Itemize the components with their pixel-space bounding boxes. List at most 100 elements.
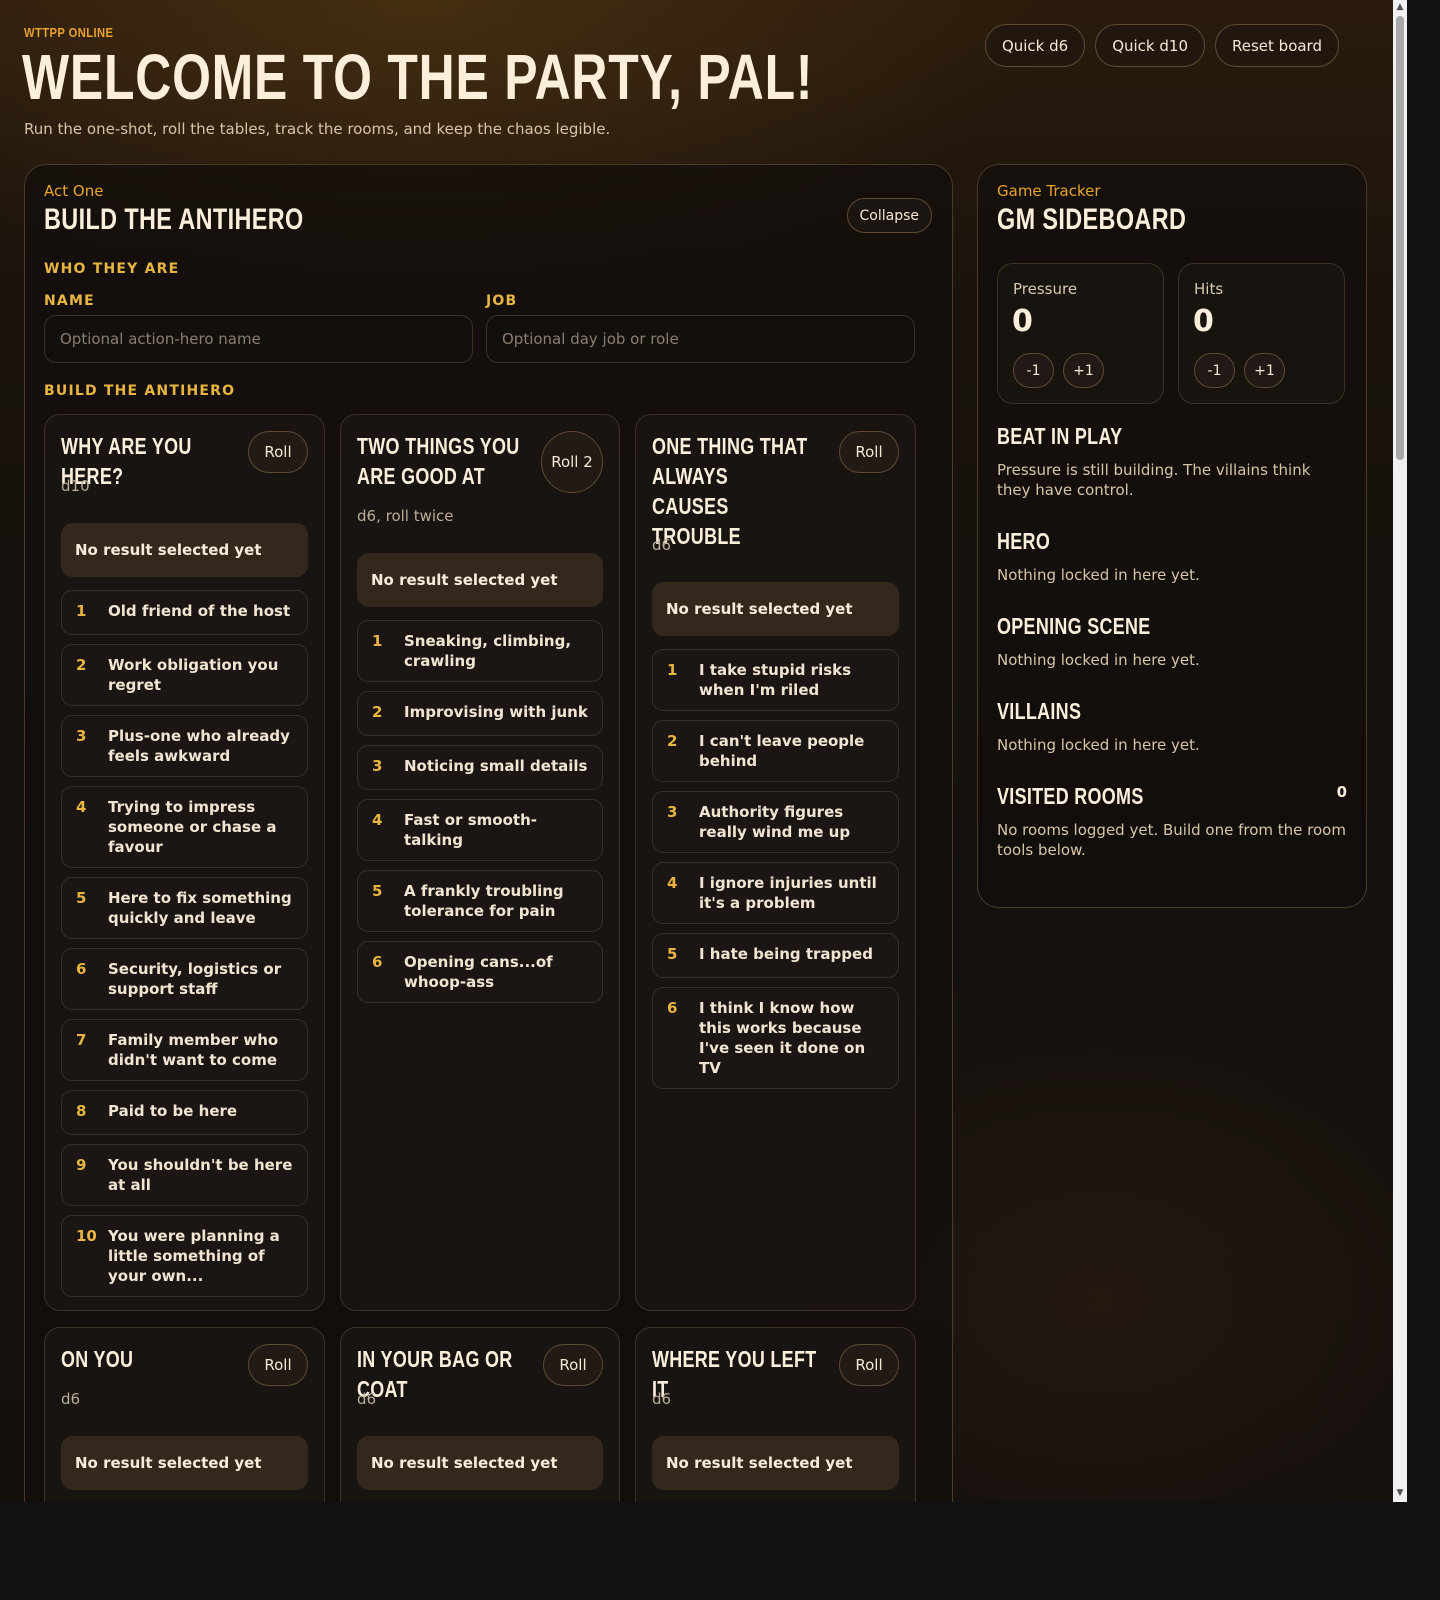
gm-sideboard-panel: Game Tracker GM SIDEBOARD Pressure 0 -1 …: [977, 164, 1367, 908]
hits-increment-button[interactable]: +1: [1244, 353, 1285, 388]
option-item[interactable]: 1 Sneaking, climbing, crawling: [357, 620, 603, 682]
rooms-title: VISITED ROOMS: [997, 783, 1144, 809]
opening-title: OPENING SCENE: [997, 613, 1151, 639]
build-antihero-label: BUILD THE ANTIHERO: [44, 383, 236, 399]
dice-label: d6: [652, 1390, 672, 1408]
app-viewport: WTTPP ONLINE WELCOME TO THE PARTY, PAL! …: [0, 0, 1393, 1502]
option-item[interactable]: 9 You shouldn't be here at all: [61, 1144, 308, 1206]
roll-button[interactable]: Roll: [248, 1344, 308, 1386]
bag-or-coat-card: IN YOUR BAG OR COAT Roll d6 No result se…: [340, 1327, 620, 1502]
roll-button[interactable]: Roll: [543, 1344, 603, 1386]
result-box: No result selected yet: [357, 1436, 603, 1490]
villains-body: Nothing locked in here yet.: [997, 736, 1200, 754]
option-item[interactable]: 8 Paid to be here: [61, 1090, 308, 1135]
build-antihero-panel: Act One BUILD THE ANTIHERO Collapse WHO …: [24, 164, 953, 1502]
visited-rooms-section: VISITED ROOMS 0 No rooms logged yet. Bui…: [997, 783, 1347, 860]
tracker-eyebrow: Game Tracker: [997, 182, 1101, 200]
pressure-increment-button[interactable]: +1: [1063, 353, 1104, 388]
result-box: No result selected yet: [652, 582, 899, 636]
panel-title: BUILD THE ANTIHERO: [44, 203, 304, 236]
scroll-down-icon[interactable]: ▼: [1395, 1486, 1405, 1500]
job-label: JOB: [486, 293, 518, 309]
option-list: 1 Sneaking, climbing, crawling 2 Improvisi…: [357, 620, 603, 1003]
option-item[interactable]: 3 Authority figures really wind me up: [652, 791, 899, 853]
on-you-card: ON YOU Roll d6 No result selected yet: [44, 1327, 325, 1502]
quick-d6-button[interactable]: Quick d6: [984, 24, 1086, 67]
card-title: WHERE YOU LEFT IT: [652, 1346, 817, 1402]
why-are-you-here-card: WHY ARE YOU HERE? Roll d10 No result sel…: [44, 414, 325, 1311]
name-label: NAME: [44, 293, 95, 309]
dice-label: d10: [61, 477, 90, 495]
villains-section: VILLAINS Nothing locked in here yet.: [997, 698, 1347, 755]
card-title: TWO THINGS YOU ARE GOOD AT: [357, 433, 520, 489]
option-item[interactable]: 1I take stupid risks when I'm riled: [652, 649, 899, 711]
who-they-are-label: WHO THEY ARE: [44, 261, 180, 277]
vertical-scrollbar[interactable]: ▲ ▼: [1393, 0, 1407, 1502]
top-actions: Quick d6 Quick d10 Reset board: [984, 24, 1339, 67]
option-item[interactable]: 6 Opening cans...of whoop-ass: [357, 941, 603, 1003]
hits-tracker: Hits 0 -1 +1: [1178, 263, 1345, 404]
beat-title: BEAT IN PLAY: [997, 423, 1123, 449]
roll-two-button[interactable]: Roll 2: [541, 431, 603, 493]
dice-label: d6: [357, 1390, 377, 1408]
option-item[interactable]: 5A frankly troubling tolerance for pain: [357, 870, 603, 932]
option-item[interactable]: 2I can't leave people behind: [652, 720, 899, 782]
scrollbar-thumb[interactable]: [1396, 16, 1404, 460]
result-box: No result selected yet: [652, 1436, 899, 1490]
option-list: 1 Old friend of the host 2 Work obligation…: [61, 590, 308, 1297]
card-title: ON YOU: [61, 1346, 134, 1372]
option-item[interactable]: 6 Security, logistics or support staff: [61, 948, 308, 1010]
quick-d10-button[interactable]: Quick d10: [1095, 24, 1205, 67]
option-item[interactable]: 2 Work obligation you regret: [61, 644, 308, 706]
job-input[interactable]: Optional day job or role: [486, 315, 915, 363]
roll-button[interactable]: Roll: [839, 1344, 899, 1386]
scroll-up-icon[interactable]: ▲: [1395, 0, 1405, 14]
hits-label: Hits: [1194, 280, 1224, 298]
dice-label: d6: [652, 536, 672, 554]
rooms-count: 0: [1336, 783, 1347, 801]
roll-button[interactable]: Roll: [839, 431, 899, 473]
good-at-card: TWO THINGS YOU ARE GOOD AT Roll 2 d6, ro…: [340, 414, 620, 1311]
hero-section: HERO Nothing locked in here yet.: [997, 528, 1347, 585]
option-item[interactable]: 4I ignore injuries until it's a problem: [652, 862, 899, 924]
dice-label: d6, roll twice: [357, 507, 454, 525]
card-title: IN YOUR BAG OR COAT: [357, 1346, 513, 1402]
card-title: ONE THING THAT ALWAYS CAUSES TROUBLE: [652, 433, 808, 549]
option-item[interactable]: 6I think I know how this works because I…: [652, 987, 899, 1089]
opening-scene-section: OPENING SCENE Nothing locked in here yet…: [997, 613, 1347, 670]
option-item[interactable]: 10 You were planning a little something o…: [61, 1215, 308, 1297]
result-box: No result selected yet: [61, 523, 308, 577]
option-item[interactable]: 5 Here to fix something quickly and leave: [61, 877, 308, 939]
brand-label: WTTPP ONLINE: [24, 25, 114, 40]
act-eyebrow: Act One: [44, 182, 104, 200]
page-tagline: Run the one-shot, roll the tables, track…: [24, 120, 611, 138]
hits-decrement-button[interactable]: -1: [1194, 353, 1235, 388]
option-item[interactable]: 3 Noticing small details: [357, 745, 603, 790]
sideboard-title: GM SIDEBOARD: [997, 203, 1187, 236]
option-item[interactable]: 3 Plus-one who already feels awkward: [61, 715, 308, 777]
option-item[interactable]: 2 Improvising with junk: [357, 691, 603, 736]
dice-label: d6: [61, 1390, 81, 1408]
option-item[interactable]: 5I hate being trapped: [652, 933, 899, 978]
pressure-decrement-button[interactable]: -1: [1013, 353, 1054, 388]
page-title: WELCOME TO THE PARTY, PAL!: [22, 41, 814, 113]
option-item[interactable]: 7 Family member who didn't want to come: [61, 1019, 308, 1081]
hero-body: Nothing locked in here yet.: [997, 566, 1200, 584]
option-list: 1I take stupid risks when I'm riled 2I c…: [652, 649, 899, 1089]
result-box: No result selected yet: [357, 553, 603, 607]
hits-value: 0: [1193, 304, 1214, 339]
roll-button[interactable]: Roll: [248, 431, 308, 473]
causes-trouble-card: ONE THING THAT ALWAYS CAUSES TROUBLE Rol…: [635, 414, 916, 1311]
option-item[interactable]: 1 Old friend of the host: [61, 590, 308, 635]
option-item[interactable]: 4 Trying to impress someone or chase a fa…: [61, 786, 308, 868]
hero-title: HERO: [997, 528, 1051, 554]
option-item[interactable]: 4 Fast or smooth-talking: [357, 799, 603, 861]
beat-in-play-section: BEAT IN PLAY Pressure is still building.…: [997, 423, 1347, 500]
pressure-tracker: Pressure 0 -1 +1: [997, 263, 1164, 404]
result-box: No result selected yet: [61, 1436, 308, 1490]
where-you-left-it-card: WHERE YOU LEFT IT Roll d6 No result sele…: [635, 1327, 916, 1502]
opening-body: Nothing locked in here yet.: [997, 651, 1200, 669]
collapse-button[interactable]: Collapse: [846, 198, 932, 233]
reset-board-button[interactable]: Reset board: [1215, 24, 1339, 67]
name-input[interactable]: Optional action-hero name: [44, 315, 473, 363]
